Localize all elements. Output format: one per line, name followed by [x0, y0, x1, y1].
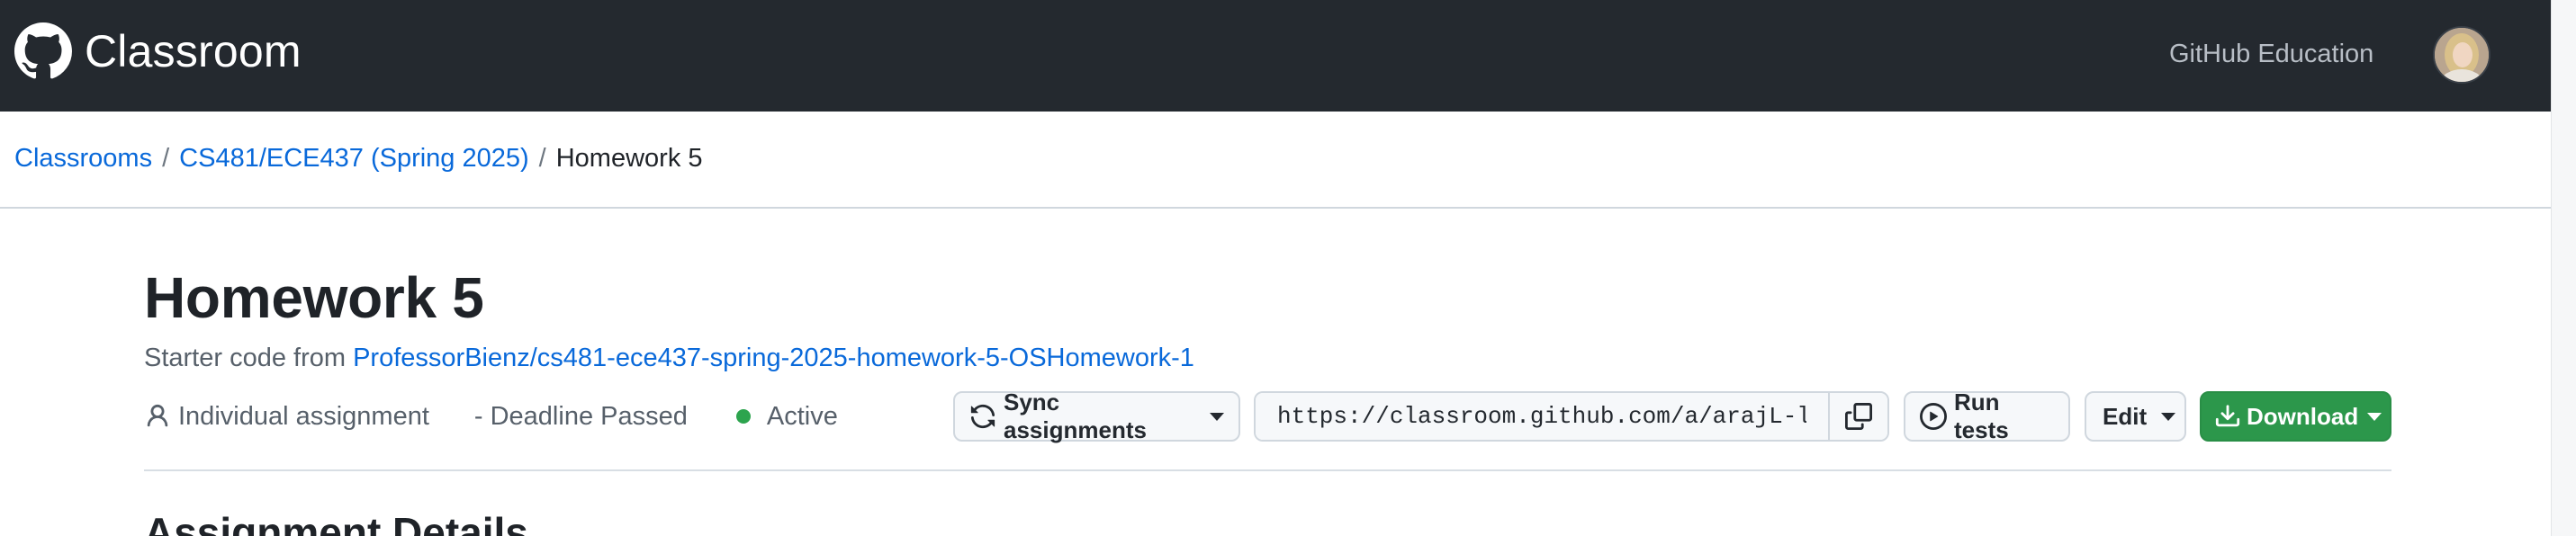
breadcrumb-separator: / [162, 144, 170, 173]
page-title: Homework 5 [144, 265, 484, 330]
sync-assignments-label: Sync assignments [1004, 389, 1147, 443]
starter-repo-link[interactable]: ProfessorBienz/cs481-ece437-spring-2025-… [353, 344, 1194, 372]
run-tests-label: Run tests [1954, 389, 2009, 443]
breadcrumb-separator: / [538, 144, 546, 173]
chevron-down-icon [2367, 412, 2382, 421]
starter-code-line: Starter code from ProfessorBienz/cs481-e… [144, 344, 1194, 373]
assignment-type-label: Individual assignment [178, 401, 429, 431]
breadcrumb-current: Homework 5 [555, 144, 703, 173]
window-scrollbar[interactable] [2551, 0, 2576, 536]
assignment-details-heading: Assignment Details [144, 509, 528, 536]
breadcrumb-classrooms-link[interactable]: Classrooms [14, 144, 152, 174]
github-education-link[interactable]: GitHub Education [2169, 40, 2373, 69]
download-icon [2215, 405, 2240, 427]
breadcrumb-classroom-link[interactable]: CS481/ECE437 (Spring 2025) [179, 144, 529, 174]
edit-label: Edit [2103, 402, 2148, 430]
github-logo-icon [14, 22, 72, 79]
chevron-down-icon [2161, 412, 2176, 421]
invite-link-group [1254, 391, 1889, 442]
copy-link-button[interactable] [1828, 393, 1887, 440]
invite-link-input[interactable] [1256, 393, 1828, 440]
sync-assignments-button[interactable]: Sync assignments [953, 389, 1240, 443]
sync-icon [970, 404, 995, 429]
chevron-down-icon [1210, 412, 1224, 421]
download-button[interactable]: Download [2200, 391, 2391, 442]
starter-code-label: Starter code from [144, 344, 347, 372]
app-title: Classroom [85, 26, 302, 76]
person-icon [147, 404, 168, 427]
assignment-meta: Individual assignment - Deadline Passed … [144, 396, 838, 437]
top-navigation-bar: Classroom GitHub Education [0, 0, 2551, 112]
edit-button[interactable]: Edit [2085, 391, 2186, 442]
assignment-type: Individual assignment [144, 402, 429, 432]
active-status-label: Active [766, 401, 838, 431]
avatar-photo-icon [2435, 28, 2489, 82]
breadcrumb-divider [0, 207, 2551, 209]
copy-icon [1845, 403, 1872, 430]
breadcrumb: Classrooms / CS481/ECE437 (Spring 2025) … [14, 144, 703, 174]
deadline-status: - Deadline Passed [473, 401, 688, 431]
status-dot-icon [735, 409, 751, 424]
section-divider [144, 469, 2391, 471]
download-label: Download [2247, 402, 2359, 430]
play-icon [1920, 403, 1947, 430]
classroom-home-link[interactable]: Classroom [14, 22, 302, 81]
active-status: Active [735, 401, 838, 432]
user-avatar[interactable] [2433, 26, 2490, 84]
run-tests-button[interactable]: Run tests [1904, 389, 2070, 443]
